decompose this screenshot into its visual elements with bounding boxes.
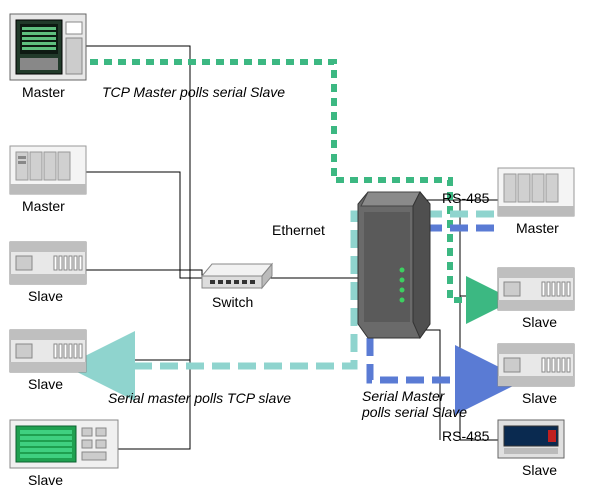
label-ethernet: Ethernet: [272, 222, 325, 238]
label-slave-r3: Slave: [522, 462, 557, 478]
device-slave-right-2: [498, 344, 574, 386]
device-gateway: [358, 192, 430, 338]
label-rs485-top: RS-485: [442, 190, 489, 206]
label-slave-r1: Slave: [522, 314, 557, 330]
label-slave-3: Slave: [28, 472, 63, 488]
device-slave-plc-2: [10, 330, 86, 372]
device-slave-right-1: [498, 268, 574, 310]
device-master-hmi: [10, 14, 86, 80]
device-slave-panel: [10, 420, 118, 468]
device-switch: [202, 264, 272, 288]
label-slave-1: Slave: [28, 288, 63, 304]
label-master-1: Master: [22, 84, 65, 100]
device-master-rack: [10, 146, 86, 194]
label-path-tcp: TCP Master polls serial Slave: [102, 84, 285, 100]
label-path-serial-tcp: Serial master polls TCP slave: [108, 390, 291, 406]
device-master-right: [498, 168, 574, 216]
label-slave-r2: Slave: [522, 390, 557, 406]
label-master-right: Master: [516, 220, 559, 236]
label-slave-2: Slave: [28, 376, 63, 392]
label-path-serial-serial-1: Serial Master: [362, 388, 444, 404]
device-slave-plc-1: [10, 242, 86, 284]
label-path-serial-serial-2: polls serial Slave: [362, 404, 467, 420]
label-switch: Switch: [212, 294, 253, 310]
device-slave-right-3: [498, 420, 564, 458]
label-rs485-bottom: RS-485: [442, 428, 489, 444]
label-master-2: Master: [22, 198, 65, 214]
